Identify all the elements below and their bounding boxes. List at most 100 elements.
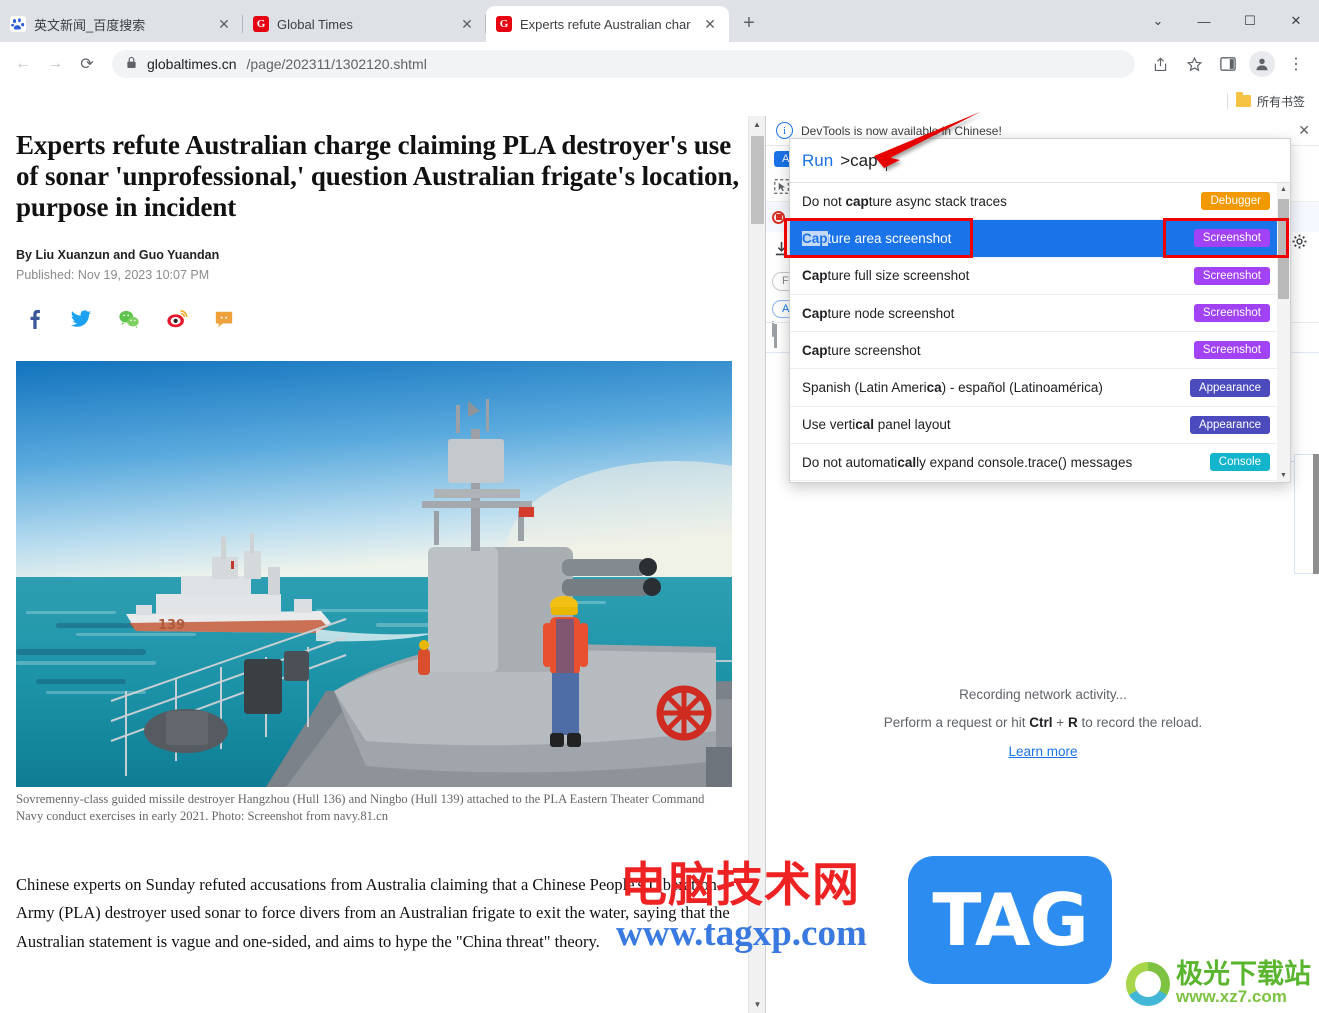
command-item-category-badge: Screenshot bbox=[1193, 266, 1270, 285]
star-icon[interactable] bbox=[1179, 49, 1209, 79]
record-icon[interactable] bbox=[772, 210, 785, 224]
window-maximize-button[interactable]: ☐ bbox=[1227, 5, 1273, 37]
command-item-label: Do not automatically expand console.trac… bbox=[802, 454, 1133, 470]
svg-text:139: 139 bbox=[158, 618, 185, 633]
globaltimes-icon: G bbox=[253, 16, 269, 32]
command-item[interactable]: Capture area screenshot Screenshot bbox=[790, 220, 1290, 258]
banner-close-icon[interactable]: ✕ bbox=[1298, 122, 1310, 139]
page-scrollbar[interactable]: ▲ ▼ bbox=[748, 116, 765, 1013]
command-item-category-badge: Debugger bbox=[1201, 192, 1270, 211]
twitter-icon[interactable] bbox=[70, 308, 92, 335]
learn-more-link[interactable]: Learn more bbox=[1008, 744, 1077, 759]
article-photo: 139 bbox=[16, 361, 732, 788]
globaltimes-icon: G bbox=[496, 16, 512, 32]
watermark-xz7: 极光下载站 www.xz7.com bbox=[1126, 961, 1311, 1007]
tab-close-icon[interactable]: ✕ bbox=[458, 15, 476, 33]
window-minimize-button[interactable]: — bbox=[1181, 5, 1227, 37]
scrollbar-thumb[interactable] bbox=[1278, 199, 1289, 299]
scroll-up-arrow-icon[interactable]: ▲ bbox=[1277, 183, 1290, 196]
tab-close-icon[interactable]: ✕ bbox=[701, 15, 719, 33]
window-controls: ⌄ — ☐ ✕ bbox=[1135, 0, 1319, 42]
xz7-cn-text: 极光下载站 bbox=[1176, 959, 1311, 990]
tab-1[interactable]: G Global Times ✕ bbox=[243, 6, 486, 42]
url-path: /page/202311/1302120.shtml bbox=[246, 56, 427, 72]
sidepanel-icon[interactable] bbox=[1213, 49, 1243, 79]
key-r: R bbox=[1067, 715, 1078, 731]
browser-toolbar: ← → ⟳ globaltimes.cn/page/202311/1302120… bbox=[0, 42, 1319, 86]
tab-2[interactable]: G Experts refute Australian char ✕ bbox=[486, 6, 729, 42]
hint-pre: Perform a request or hit bbox=[883, 715, 1030, 731]
facebook-icon[interactable] bbox=[24, 308, 44, 335]
address-bar[interactable]: globaltimes.cn/page/202311/1302120.shtml bbox=[112, 50, 1135, 78]
tab-close-icon[interactable]: ✕ bbox=[215, 15, 233, 33]
command-item[interactable]: Do not automatically expand console.trac… bbox=[790, 444, 1290, 482]
devtools-vertical-scrollbar[interactable] bbox=[1313, 454, 1319, 574]
palette-scrollbar[interactable]: ▲ ▼ bbox=[1277, 183, 1290, 482]
command-item-label: Capture screenshot bbox=[802, 342, 921, 358]
scrollbar-thumb[interactable] bbox=[751, 136, 764, 224]
hint-post: to record the reload. bbox=[1077, 715, 1203, 731]
resize-handle[interactable] bbox=[774, 324, 777, 348]
scroll-down-arrow-icon[interactable]: ▼ bbox=[749, 996, 765, 1013]
command-prefix-label: Run bbox=[802, 150, 834, 170]
divider bbox=[1226, 93, 1228, 109]
window-chevron-down-icon[interactable]: ⌄ bbox=[1135, 5, 1181, 37]
xz7-url-text: www.xz7.com bbox=[1176, 987, 1287, 1006]
command-item-label: Capture full size screenshot bbox=[802, 268, 970, 284]
comment-icon[interactable] bbox=[214, 309, 234, 334]
command-item[interactable]: Do not capture async stack traces Debugge… bbox=[790, 183, 1290, 221]
new-tab-button[interactable]: + bbox=[735, 10, 763, 38]
import-har-icon[interactable] bbox=[772, 240, 790, 258]
kebab-menu-icon[interactable]: ⋮ bbox=[1281, 49, 1311, 79]
command-item-category-badge: Appearance bbox=[1189, 378, 1270, 397]
command-list: Do not capture async stack traces Debugge… bbox=[790, 183, 1290, 482]
tab-title: 英文新闻_百度搜索 bbox=[34, 17, 146, 33]
command-item-category-badge: Screenshot bbox=[1193, 229, 1270, 248]
article-published-date: Published: Nov 19, 2023 10:07 PM bbox=[16, 268, 210, 283]
xz7-swirl-icon bbox=[1126, 962, 1170, 1006]
reload-icon[interactable]: ⟳ bbox=[72, 49, 102, 79]
lock-icon bbox=[126, 56, 137, 72]
share-icon[interactable] bbox=[1145, 49, 1175, 79]
back-icon[interactable]: ← bbox=[8, 49, 38, 79]
command-item-label: Spanish (Latin America) - español (Latin… bbox=[802, 380, 1103, 396]
article-byline: By Liu Xuanzun and Guo Yuandan bbox=[16, 248, 220, 263]
gear-icon[interactable] bbox=[1292, 234, 1307, 253]
tab-title: Global Times bbox=[277, 16, 353, 32]
recording-status-text: Recording network activity... bbox=[959, 687, 1127, 702]
all-bookmarks-label: 所有书签 bbox=[1256, 94, 1305, 109]
command-item-category-badge: Appearance bbox=[1189, 415, 1270, 434]
baidu-icon bbox=[10, 16, 26, 32]
command-item[interactable]: Capture node screenshot Screenshot bbox=[790, 295, 1290, 333]
key-ctrl: Ctrl bbox=[1029, 715, 1053, 731]
window-close-button[interactable]: ✕ bbox=[1273, 5, 1319, 37]
command-item[interactable]: Capture screenshot Screenshot bbox=[790, 332, 1290, 370]
key-plus: + bbox=[1052, 715, 1068, 731]
info-icon: i bbox=[776, 122, 793, 139]
command-item-label: Capture area screenshot bbox=[802, 230, 952, 246]
profile-icon[interactable] bbox=[1247, 49, 1277, 79]
bookmarks-bar: 所有书签 bbox=[0, 86, 1319, 116]
forward-icon[interactable]: → bbox=[40, 49, 70, 79]
command-item[interactable]: Spanish (Latin America) - español (Latin… bbox=[790, 369, 1290, 407]
command-item-label: Do not capture async stack traces bbox=[802, 193, 1007, 209]
folder-icon bbox=[1235, 92, 1251, 107]
all-bookmarks-button[interactable]: 所有书签 bbox=[1235, 92, 1305, 110]
wechat-icon[interactable] bbox=[118, 309, 140, 334]
tab-0[interactable]: 英文新闻_百度搜索 ✕ bbox=[0, 6, 243, 42]
url-host: globaltimes.cn bbox=[147, 56, 237, 72]
command-item-category-badge: Screenshot bbox=[1193, 341, 1270, 360]
command-item-label: Use vertical panel layout bbox=[802, 417, 951, 433]
command-item[interactable]: Capture full size screenshot Screenshot bbox=[790, 258, 1290, 295]
weibo-icon[interactable] bbox=[166, 308, 188, 335]
photo-caption: Sovremenny-class guided missile destroye… bbox=[16, 792, 705, 823]
red-pointer-arrow bbox=[874, 112, 980, 168]
social-share-row bbox=[16, 308, 741, 335]
command-item[interactable]: Use vertical panel layout Appearance bbox=[790, 407, 1290, 445]
scroll-up-arrow-icon[interactable]: ▲ bbox=[749, 116, 765, 133]
command-palette: Run >cap Do not capture async stack trac… bbox=[789, 138, 1291, 483]
tab-title: Experts refute Australian char bbox=[520, 16, 691, 32]
web-page-viewport: Experts refute Australian charge claimin… bbox=[0, 116, 765, 1013]
scroll-down-arrow-icon[interactable]: ▼ bbox=[1277, 469, 1290, 482]
inspect-element-icon[interactable] bbox=[772, 178, 790, 196]
